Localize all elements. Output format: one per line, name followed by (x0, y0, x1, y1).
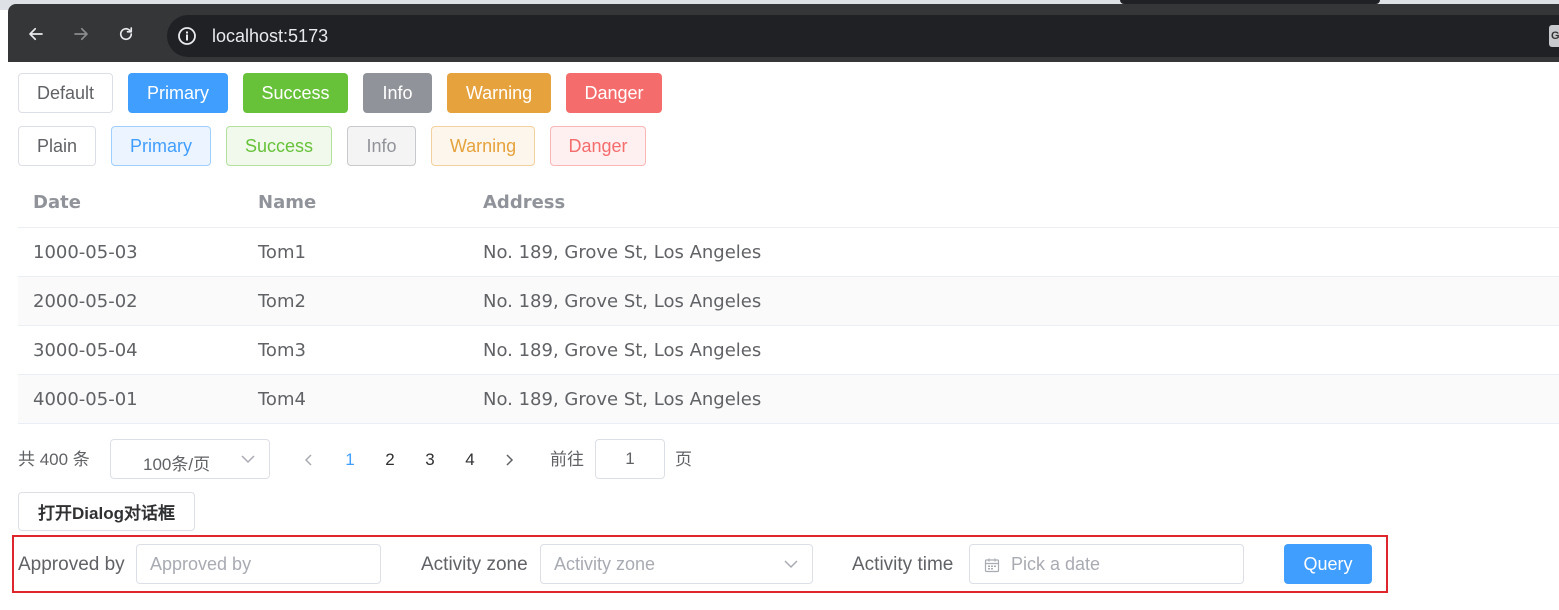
browser-toolbar: localhost:5173 G (8, 4, 1559, 62)
chevron-down-icon (241, 455, 255, 464)
page-number-3[interactable]: 3 (415, 448, 445, 472)
plain-success-button[interactable]: Success (226, 126, 332, 166)
warning-button[interactable]: Warning (447, 73, 551, 113)
table-cell-name: Tom1 (258, 241, 306, 263)
page-number-2[interactable]: 2 (375, 448, 405, 472)
table-cell-date: 1000-05-03 (33, 241, 138, 263)
site-info-icon[interactable] (176, 25, 198, 47)
back-button[interactable] (24, 22, 48, 46)
column-header-date[interactable]: Date (33, 178, 81, 227)
table-cell-date: 2000-05-02 (33, 290, 138, 312)
plain-primary-button[interactable]: Primary (111, 126, 211, 166)
plain-warning-button[interactable]: Warning (431, 126, 535, 166)
plain-button[interactable]: Plain (18, 126, 96, 166)
default-button[interactable]: Default (18, 73, 113, 113)
forward-arrow-icon (74, 27, 88, 41)
approved-by-label: Approved by (18, 554, 125, 575)
table-cell-address: No. 189, Grove St, Los Angeles (483, 388, 762, 410)
activity-time-datepicker[interactable]: Pick a date (969, 544, 1244, 584)
page-number-4[interactable]: 4 (455, 448, 485, 472)
page-size-select[interactable]: 100条/页 (110, 439, 270, 479)
pagination-total: 共 400 条 (18, 450, 90, 469)
info-button[interactable]: Info (363, 73, 432, 113)
column-header-address[interactable]: Address (483, 178, 565, 227)
table-cell-date: 3000-05-04 (33, 339, 138, 361)
activity-zone-select[interactable]: Activity zone (540, 544, 813, 584)
forward-button[interactable] (69, 22, 93, 46)
chevron-down-icon (784, 560, 798, 569)
goto-label: 前往 (550, 450, 584, 469)
primary-button[interactable]: Primary (128, 73, 228, 113)
table-cell-address: No. 189, Grove St, Los Angeles (483, 241, 762, 263)
query-button[interactable]: Query (1284, 544, 1372, 584)
next-page-button[interactable] (504, 448, 516, 479)
goto-page-input[interactable] (595, 439, 665, 479)
activity-time-label: Activity time (852, 554, 954, 575)
table-cell-name: Tom2 (258, 290, 306, 312)
back-arrow-icon (29, 27, 43, 41)
table-row[interactable]: 3000-05-04 Tom3 No. 189, Grove St, Los A… (18, 326, 1559, 375)
table-cell-name: Tom3 (258, 339, 306, 361)
table-row[interactable]: 1000-05-03 Tom1 No. 189, Grove St, Los A… (18, 228, 1559, 277)
activity-zone-label: Activity zone (421, 554, 528, 575)
table-row[interactable]: 2000-05-02 Tom2 No. 189, Grove St, Los A… (18, 277, 1559, 326)
goto-unit-label: 页 (675, 450, 692, 469)
prev-page-button[interactable] (302, 448, 314, 479)
chevron-left-icon (304, 454, 312, 466)
success-button[interactable]: Success (243, 73, 348, 113)
page-size-value: 100条/页 (143, 455, 211, 474)
table-cell-address: No. 189, Grove St, Los Angeles (483, 339, 762, 361)
chevron-right-icon (506, 454, 514, 466)
translate-icon[interactable]: G (1549, 25, 1559, 47)
table-row[interactable]: 4000-05-01 Tom4 No. 189, Grove St, Los A… (18, 375, 1559, 424)
table-header-row: Date Name Address (18, 178, 1559, 228)
plain-danger-button[interactable]: Danger (550, 126, 646, 166)
address-bar[interactable]: localhost:5173 G (167, 15, 1559, 57)
reload-icon (119, 27, 133, 41)
approved-by-input[interactable] (136, 544, 381, 584)
activity-time-placeholder: Pick a date (1011, 554, 1101, 574)
url-text[interactable]: localhost:5173 (212, 26, 328, 47)
open-dialog-button[interactable]: 打开Dialog对话框 (18, 492, 195, 531)
table-cell-address: No. 189, Grove St, Los Angeles (483, 290, 762, 312)
activity-zone-placeholder: Activity zone (554, 554, 656, 574)
table-cell-name: Tom4 (258, 388, 306, 410)
danger-button[interactable]: Danger (566, 73, 662, 113)
table-cell-date: 4000-05-01 (33, 388, 138, 410)
column-header-name[interactable]: Name (258, 178, 316, 227)
page-number-1[interactable]: 1 (335, 448, 365, 472)
calendar-icon (984, 558, 1000, 573)
reload-button[interactable] (114, 22, 138, 46)
data-table: Date Name Address 1000-05-03 Tom1 No. 18… (18, 178, 1559, 424)
plain-info-button[interactable]: Info (347, 126, 416, 166)
